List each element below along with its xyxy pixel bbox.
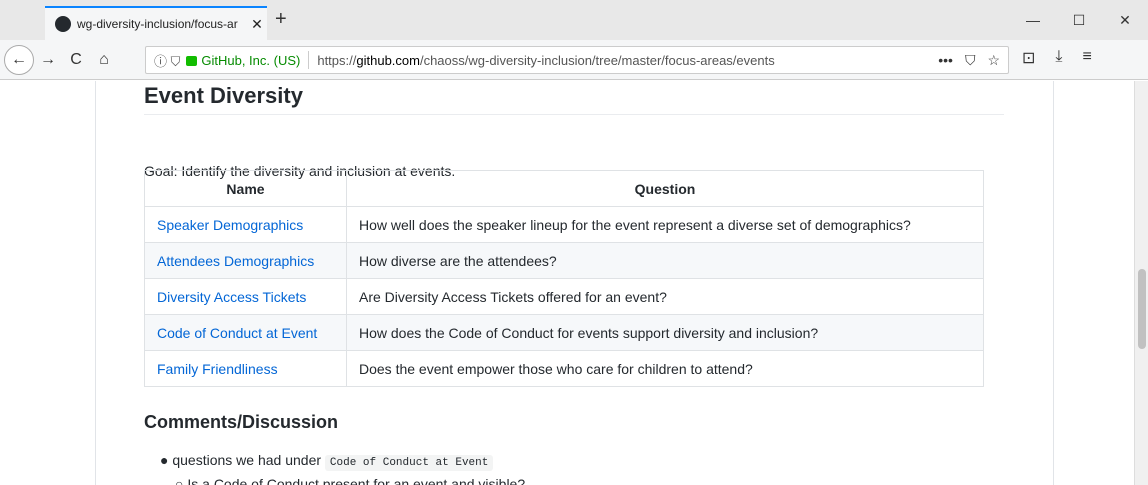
url-actions: ••• ⛉ ☆ [938, 52, 1000, 69]
browser-tab[interactable]: wg-diversity-inclusion/focus-ar ✕ [45, 6, 267, 40]
metrics-table: Name Question Speaker Demographics How w… [144, 170, 984, 387]
reload-button[interactable]: C [62, 51, 90, 69]
metric-link[interactable]: Attendees Demographics [157, 253, 314, 269]
list-item: ● questions we had under Code of Conduct… [160, 452, 494, 471]
header-name: Name [144, 170, 347, 207]
url-separator [308, 51, 310, 69]
table-row: Diversity Access Tickets Are Diversity A… [144, 278, 984, 315]
url-bar[interactable]: ⓘ ⛉ GitHub, Inc. (US) https://github.com… [145, 46, 1009, 74]
forward-button[interactable]: → [34, 51, 62, 69]
toolbar-icons: ⊡ ⤓ ≡ [1022, 48, 1092, 68]
github-icon [55, 16, 71, 32]
home-button[interactable]: ⌂ [90, 51, 118, 69]
page-title: Event Diversity [144, 81, 1004, 115]
back-button[interactable]: ← [4, 44, 34, 75]
minimize-button[interactable]: — [1010, 0, 1056, 40]
metric-link[interactable]: Diversity Access Tickets [157, 289, 306, 305]
nav-bar: ← → C ⌂ ⓘ ⛉ GitHub, Inc. (US) https://gi… [0, 40, 1148, 80]
header-question: Question [346, 170, 984, 207]
sub-list-item: ○ Is a Code of Conduct present for an ev… [175, 476, 526, 485]
inline-code: Code of Conduct at Event [324, 455, 494, 471]
window-close-button[interactable]: ✕ [1102, 0, 1148, 40]
question-cell: Are Diversity Access Tickets offered for… [346, 278, 984, 315]
scrollbar-thumb[interactable] [1138, 269, 1146, 349]
question-cell: How diverse are the attendees? [346, 242, 984, 279]
maximize-button[interactable]: ☐ [1056, 0, 1102, 40]
question-cell: How well does the speaker lineup for the… [346, 206, 984, 243]
table-row: Family Friendliness Does the event empow… [144, 350, 984, 387]
extension-icon[interactable]: ⊡ [1022, 48, 1035, 68]
url-text[interactable]: https://github.com/chaoss/wg-diversity-i… [317, 53, 774, 68]
download-icon[interactable]: ⤓ [1055, 48, 1062, 68]
lock-icon [186, 56, 198, 66]
table-row: Code of Conduct at Event How does the Co… [144, 314, 984, 351]
menu-icon[interactable]: ≡ [1082, 48, 1091, 68]
question-cell: Does the event empower those who care fo… [346, 350, 984, 387]
metric-link[interactable]: Speaker Demographics [157, 217, 303, 233]
metric-link[interactable]: Family Friendliness [157, 361, 278, 377]
table-row: Speaker Demographics How well does the s… [144, 206, 984, 243]
metric-link[interactable]: Code of Conduct at Event [157, 325, 317, 341]
bookmark-star-icon[interactable]: ☆ [987, 52, 1000, 69]
table-header-row: Name Question [144, 170, 984, 207]
tab-close-button[interactable]: ✕ [247, 16, 267, 33]
new-tab-button[interactable]: + [275, 8, 287, 31]
comments-heading: Comments/Discussion [144, 412, 339, 432]
window-controls: — ☐ ✕ [1010, 0, 1148, 40]
tab-bar: wg-diversity-inclusion/focus-ar ✕ + — ☐ … [0, 0, 1148, 40]
pocket-icon[interactable]: ⛉ [965, 52, 976, 69]
question-cell: How does the Code of Conduct for events … [346, 314, 984, 351]
info-icon[interactable]: ⓘ ⛉ [154, 51, 180, 70]
more-icon[interactable]: ••• [938, 52, 953, 69]
scrollbar[interactable] [1134, 81, 1148, 485]
site-identity[interactable]: GitHub, Inc. (US) [201, 53, 300, 68]
page-content: Event Diversity Goal: Identify the diver… [0, 81, 1148, 485]
table-row: Attendees Demographics How diverse are t… [144, 242, 984, 279]
tab-title: wg-diversity-inclusion/focus-ar [77, 17, 238, 31]
